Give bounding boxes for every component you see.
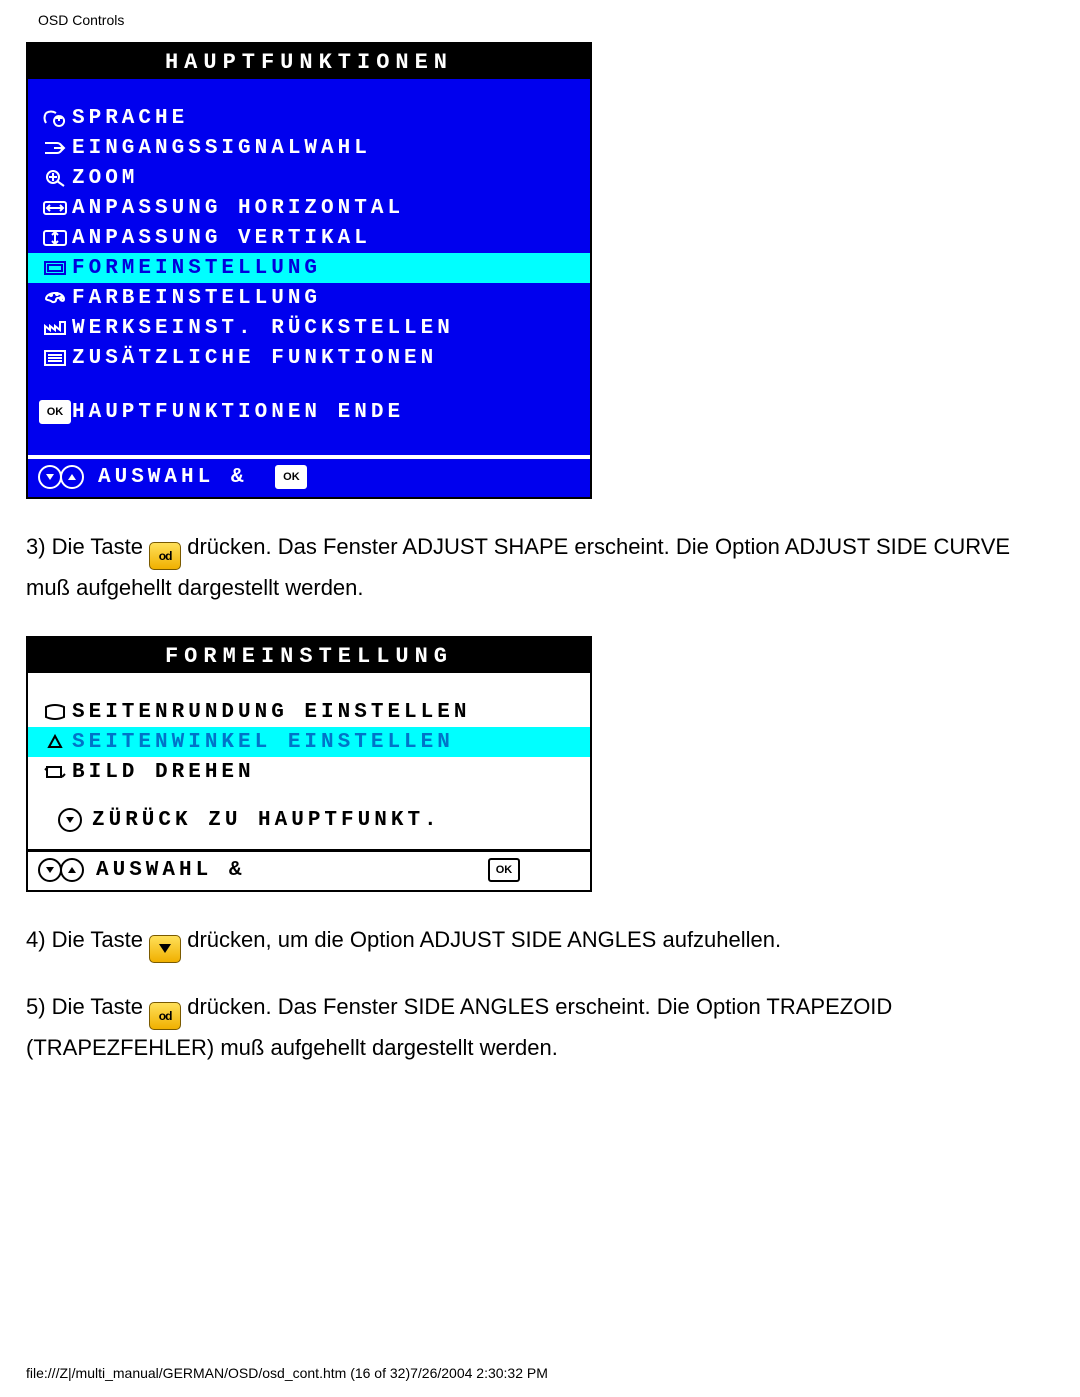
menu-item-rotate[interactable]: BILD DREHEN [28, 757, 590, 787]
page-header: OSD Controls [0, 0, 1080, 28]
input-icon [38, 139, 72, 157]
menu-label: ZUSÄTZLICHE FUNKTIONEN [72, 347, 437, 370]
menu-label: SPRACHE [72, 107, 188, 130]
ok-icon: OK [488, 858, 520, 882]
menu-label: BILD DREHEN [72, 761, 255, 784]
menu-item-farbe[interactable]: FARBEINSTELLUNG [28, 283, 590, 313]
menu-label: HAUPTFUNKTIONEN ENDE [72, 401, 404, 424]
up-icon [60, 465, 84, 489]
osd-main-menu: HAUPTFUNKTIONEN SPRACHE EINGANGSSIGNALWA… [26, 42, 592, 499]
menu-label: EINGANGSSIGNALWAHL [72, 137, 371, 160]
menu-label: FORMEINSTELLUNG [72, 257, 321, 280]
zoom-icon [38, 169, 72, 187]
shape-icon [38, 259, 72, 277]
menu-label: SEITENWINKEL EINSTELLEN [72, 731, 454, 754]
rotate-icon [38, 763, 72, 781]
footer-label: AUSWAHL & [96, 859, 245, 882]
ok-icon: OK [275, 465, 307, 489]
menu-item-side-angle[interactable]: SEITENWINKEL EINSTELLEN [28, 727, 590, 757]
down-button-icon [149, 935, 181, 963]
menu-item-side-curve[interactable]: SEITENRUNDUNG EINSTELLEN [28, 697, 590, 727]
step-4-text: 4) Die Taste drücken, um die Option ADJU… [26, 922, 1026, 963]
menu-label: FARBEINSTELLUNG [72, 287, 321, 310]
side-curve-icon [38, 703, 72, 721]
horizontal-icon [38, 199, 72, 217]
osd-title: FORMEINSTELLUNG [28, 638, 590, 673]
menu-label: WERKSEINST. RÜCKSTELLEN [72, 317, 454, 340]
osd-shape-menu: FORMEINSTELLUNG SEITENRUNDUNG EINSTELLEN… [26, 636, 592, 892]
menu-label: ANPASSUNG HORIZONTAL [72, 197, 404, 220]
footer-label: AUSWAHL & [98, 466, 247, 489]
menu-exit[interactable]: OK HAUPTFUNKTIONEN ENDE [28, 397, 590, 427]
ok-icon: OK [38, 400, 72, 424]
menu-label: ZÜRÜCK ZU HAUPTFUNKT. [92, 809, 441, 832]
vertical-icon [38, 229, 72, 247]
down-icon [38, 858, 62, 882]
menu-item-eingang[interactable]: EINGANGSSIGNALWAHL [28, 133, 590, 163]
up-icon [60, 858, 84, 882]
menu-item-form[interactable]: FORMEINSTELLUNG [28, 253, 590, 283]
menu-label: ANPASSUNG VERTIKAL [72, 227, 371, 250]
language-icon [38, 109, 72, 127]
menu-item-vert[interactable]: ANPASSUNG VERTIKAL [28, 223, 590, 253]
step-3-text: 3) Die Taste od drücken. Das Fenster ADJ… [26, 529, 1026, 606]
ok-button-icon: od [149, 542, 181, 570]
down-icon [38, 808, 82, 832]
menu-item-sprache[interactable]: SPRACHE [28, 103, 590, 133]
menu-item-zoom[interactable]: ZOOM [28, 163, 590, 193]
menu-item-reset[interactable]: WERKSEINST. RÜCKSTELLEN [28, 313, 590, 343]
down-icon [38, 465, 62, 489]
menu-label: SEITENRUNDUNG EINSTELLEN [72, 701, 470, 724]
menu-item-horiz[interactable]: ANPASSUNG HORIZONTAL [28, 193, 590, 223]
menu-item-extra[interactable]: ZUSÄTZLICHE FUNKTIONEN [28, 343, 590, 373]
osd-footer: AUSWAHL & OK [28, 852, 590, 890]
page-footer: file:///Z|/multi_manual/GERMAN/OSD/osd_c… [26, 1365, 548, 1381]
osd-title: HAUPTFUNKTIONEN [28, 44, 590, 79]
ok-button-icon: od [149, 1002, 181, 1030]
list-icon [38, 349, 72, 367]
factory-icon [38, 319, 72, 337]
side-angle-icon [38, 733, 72, 751]
menu-back[interactable]: ZÜRÜCK ZU HAUPTFUNKT. [28, 805, 590, 835]
menu-label: ZOOM [72, 167, 138, 190]
osd-footer: AUSWAHL & OK [28, 459, 590, 497]
step-5-text: 5) Die Taste od drücken. Das Fenster SID… [26, 989, 1026, 1066]
color-icon [38, 289, 72, 307]
